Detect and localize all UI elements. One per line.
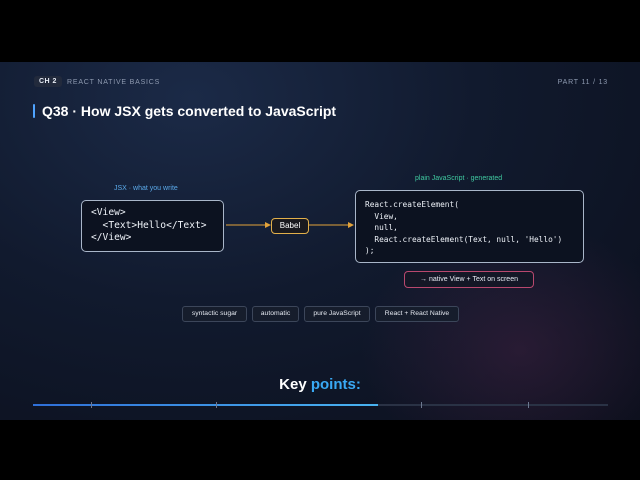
title-accent-bar	[33, 104, 35, 118]
progress-tick	[421, 402, 422, 408]
tag-chip: syntactic sugar	[182, 306, 247, 322]
chapter-name: REACT NATIVE BASICS	[67, 79, 161, 86]
babel-transform-node: Babel	[271, 218, 309, 234]
slide: CH 2 REACT NATIVE BASICS PART 11 / 13 Q3…	[0, 62, 640, 420]
tag-chip: automatic	[252, 306, 299, 322]
tag-chip: pure JavaScript	[304, 306, 370, 322]
jsx-line: <View>	[91, 207, 126, 218]
progress-tick	[528, 402, 529, 408]
jsx-line: </View>	[91, 232, 132, 243]
result-pill: → native View + Text on screen	[404, 271, 534, 288]
points-word: points:	[310, 376, 361, 393]
progress-fill	[33, 404, 378, 406]
part-indicator: PART 11 / 13	[557, 79, 608, 86]
javascript-code-box: React.createElement( View, null, React.c…	[355, 190, 584, 263]
progress-tick	[91, 402, 92, 408]
progress-bar	[33, 402, 608, 408]
arrow-to-javascript	[309, 222, 354, 228]
javascript-line: React.createElement(	[365, 200, 459, 209]
javascript-caption: plain JavaScript · generated	[415, 175, 503, 182]
arrow-to-babel	[226, 222, 271, 228]
key-points-heading: Key points:	[0, 376, 640, 393]
progress-tick	[216, 402, 217, 408]
tag-chip: React + React Native	[375, 306, 459, 322]
chapter-chip: CH 2	[34, 76, 62, 87]
javascript-line: React.createElement(Text, null, 'Hello')	[365, 234, 563, 244]
slide-title: Q38 · How JSX gets converted to JavaScri…	[42, 103, 337, 119]
jsx-caption: JSX · what you write	[114, 185, 178, 192]
javascript-line: View,	[365, 211, 398, 221]
jsx-code-box: <View> <Text>Hello</Text> </View>	[81, 200, 224, 252]
tag-row: syntactic sugar automatic pure JavaScrip…	[0, 306, 640, 322]
key-word: Key	[279, 376, 307, 393]
javascript-line: null,	[365, 223, 398, 232]
jsx-line: <Text>Hello</Text>	[91, 219, 207, 231]
javascript-line: );	[365, 246, 375, 255]
slide-header: CH 2 REACT NATIVE BASICS PART 11 / 13	[34, 76, 608, 90]
